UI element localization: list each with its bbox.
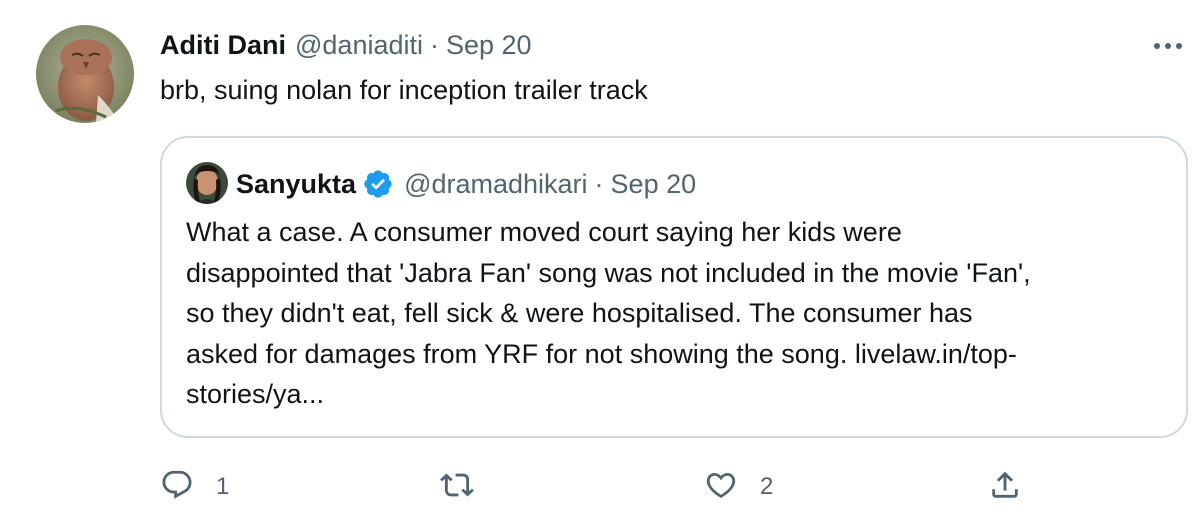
tweet-date[interactable]: Sep 20 [446, 27, 532, 63]
quoted-tweet-date[interactable]: Sep 20 [611, 166, 697, 202]
separator-dot: · [430, 30, 439, 60]
like-button[interactable]: 2 [704, 468, 773, 506]
tweet: Aditi Dani @daniaditi · Sep 20 brb, suin… [0, 0, 1200, 521]
like-count: 2 [760, 473, 774, 500]
quoted-text-line: stories/ya... [186, 379, 325, 409]
more-options-button[interactable] [1150, 32, 1186, 60]
quoted-author-avatar[interactable] [186, 162, 228, 204]
reply-icon [160, 468, 194, 507]
retweet-icon [440, 468, 474, 507]
quoted-text-line: asked for damages from YRF for not showi… [186, 338, 1017, 369]
quoted-tweet-text: What a case. A consumer moved court sayi… [186, 212, 1176, 415]
separator-dot: · [594, 169, 604, 199]
quoted-text-line: so they didn't eat, fell sick & were hos… [186, 298, 973, 328]
share-icon [988, 468, 1022, 507]
author-avatar[interactable] [36, 25, 134, 123]
reply-button[interactable]: 1 [160, 468, 229, 506]
quoted-author-name[interactable]: Sanyukta [236, 166, 356, 202]
quoted-tweet-header: Sanyukta @dramadhikari · Sep 20 [236, 164, 696, 204]
heart-icon [704, 468, 738, 507]
quoted-text-line: disappointed that 'Jabra Fan' song was n… [186, 257, 1031, 288]
author-name[interactable]: Aditi Dani [160, 27, 286, 63]
verified-badge-icon [362, 168, 394, 200]
quoted-tweet[interactable]: Sanyukta @dramadhikari · Sep 20 What a c… [160, 136, 1188, 438]
share-button[interactable] [988, 468, 1022, 506]
tweet-header: Aditi Dani @daniaditi · Sep 20 [160, 27, 532, 63]
quoted-author-handle[interactable]: @dramadhikari [404, 166, 587, 202]
tweet-text: brb, suing nolan for inception trailer t… [160, 75, 648, 105]
retweet-button[interactable] [440, 468, 496, 506]
author-handle[interactable]: @daniaditi [295, 27, 423, 63]
more-horizontal-icon [1153, 37, 1183, 55]
reply-count: 1 [216, 473, 230, 500]
quoted-text-line: What a case. A consumer moved court sayi… [186, 217, 902, 247]
